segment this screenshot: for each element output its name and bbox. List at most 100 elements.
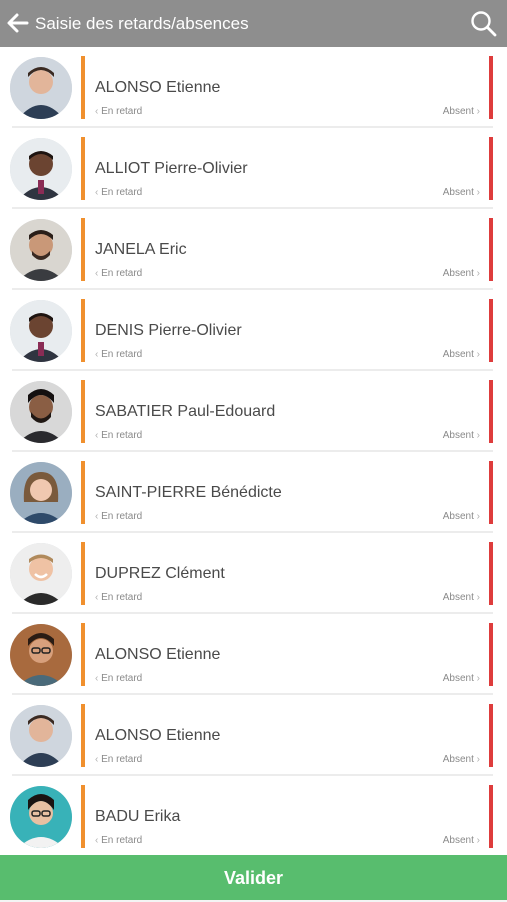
late-button[interactable]: ‹ En retard [95,835,142,846]
chevron-right-icon: › [473,835,480,846]
avatar [10,381,72,443]
absent-label: Absent [442,511,474,522]
absent-marker[interactable] [489,299,493,362]
student-name: DENIS Pierre-Olivier [95,322,242,339]
student-name: DUPREZ Clément [95,565,225,582]
student-name: BADU Erika [95,808,181,825]
absent-label: Absent [442,268,474,279]
avatar [10,57,72,119]
absent-button[interactable]: Absent › [443,268,480,279]
late-label: En retard [101,349,143,360]
absent-label: Absent [442,106,474,117]
chevron-right-icon: › [473,430,480,441]
avatar [10,462,72,524]
absent-marker[interactable] [489,461,493,524]
student-row: ALLIOT Pierre-Olivier ‹ En retard Absent… [0,128,507,209]
student-name: SABATIER Paul-Edouard [95,403,276,420]
late-marker[interactable] [81,785,85,848]
absent-button[interactable]: Absent › [443,349,480,360]
absent-button[interactable]: Absent › [443,187,480,198]
search-icon[interactable] [470,10,497,37]
absent-marker[interactable] [489,623,493,686]
avatar [10,300,72,362]
late-button[interactable]: ‹ En retard [95,511,142,522]
absent-marker[interactable] [489,380,493,443]
late-label: En retard [101,430,143,441]
late-marker[interactable] [81,704,85,767]
student-name: ALLIOT Pierre-Olivier [95,160,248,177]
absent-button[interactable]: Absent › [443,592,480,603]
late-button[interactable]: ‹ En retard [95,106,142,117]
absent-label: Absent [442,187,474,198]
absent-marker[interactable] [489,542,493,605]
late-button[interactable]: ‹ En retard [95,754,142,765]
chevron-right-icon: › [473,592,480,603]
student-row: ALONSO Etienne ‹ En retard Absent › [0,695,507,776]
late-button[interactable]: ‹ En retard [95,673,142,684]
student-name: ALONSO Etienne [95,79,221,96]
chevron-right-icon: › [473,754,480,765]
absent-marker[interactable] [489,218,493,281]
absent-label: Absent [442,592,474,603]
avatar [10,543,72,605]
late-label: En retard [101,187,143,198]
student-row: JANELA Eric ‹ En retard Absent › [0,209,507,290]
late-marker[interactable] [81,461,85,524]
late-marker[interactable] [81,218,85,281]
student-row: DUPREZ Clément ‹ En retard Absent › [0,533,507,614]
late-marker[interactable] [81,623,85,686]
late-marker[interactable] [81,56,85,119]
late-marker[interactable] [81,299,85,362]
avatar [10,624,72,686]
late-label: En retard [101,835,143,846]
chevron-right-icon: › [473,106,480,117]
late-label: En retard [101,268,143,279]
late-marker[interactable] [81,137,85,200]
late-label: En retard [101,592,143,603]
absent-button[interactable]: Absent › [443,835,480,846]
chevron-right-icon: › [473,511,480,522]
student-name: SAINT-PIERRE Bénédicte [95,484,282,501]
arrow-left-icon[interactable] [6,11,30,35]
late-label: En retard [101,673,143,684]
absent-label: Absent [442,673,474,684]
page-title: Saisie des retards/absences [35,14,249,33]
absent-marker[interactable] [489,704,493,767]
app-header: Saisie des retards/absences [0,0,507,47]
student-name: ALONSO Etienne [95,727,221,744]
student-name: JANELA Eric [95,241,187,258]
absent-label: Absent [442,754,474,765]
absent-marker[interactable] [489,56,493,119]
student-row: ALONSO Etienne ‹ En retard Absent › [0,614,507,695]
absent-button[interactable]: Absent › [443,511,480,522]
late-button[interactable]: ‹ En retard [95,430,142,441]
absent-button[interactable]: Absent › [443,106,480,117]
student-row: ALONSO Etienne ‹ En retard Absent › [0,47,507,128]
late-button[interactable]: ‹ En retard [95,592,142,603]
avatar [10,138,72,200]
absent-button[interactable]: Absent › [443,754,480,765]
chevron-right-icon: › [473,673,480,684]
absent-button[interactable]: Absent › [443,430,480,441]
chevron-right-icon: › [473,187,480,198]
student-row: SAINT-PIERRE Bénédicte ‹ En retard Absen… [0,452,507,533]
late-label: En retard [101,754,143,765]
student-row: BADU Erika ‹ En retard Absent › [0,776,507,855]
chevron-right-icon: › [473,349,480,360]
student-row: DENIS Pierre-Olivier ‹ En retard Absent … [0,290,507,371]
late-button[interactable]: ‹ En retard [95,349,142,360]
late-button[interactable]: ‹ En retard [95,187,142,198]
absent-marker[interactable] [489,137,493,200]
late-marker[interactable] [81,380,85,443]
avatar [10,219,72,281]
absent-marker[interactable] [489,785,493,848]
validate-button[interactable]: Valider [0,855,507,900]
student-name: ALONSO Etienne [95,646,221,663]
late-marker[interactable] [81,542,85,605]
absent-button[interactable]: Absent › [443,673,480,684]
late-label: En retard [101,106,143,117]
absent-label: Absent [442,430,474,441]
late-button[interactable]: ‹ En retard [95,268,142,279]
student-row: SABATIER Paul-Edouard ‹ En retard Absent… [0,371,507,452]
late-label: En retard [101,511,143,522]
